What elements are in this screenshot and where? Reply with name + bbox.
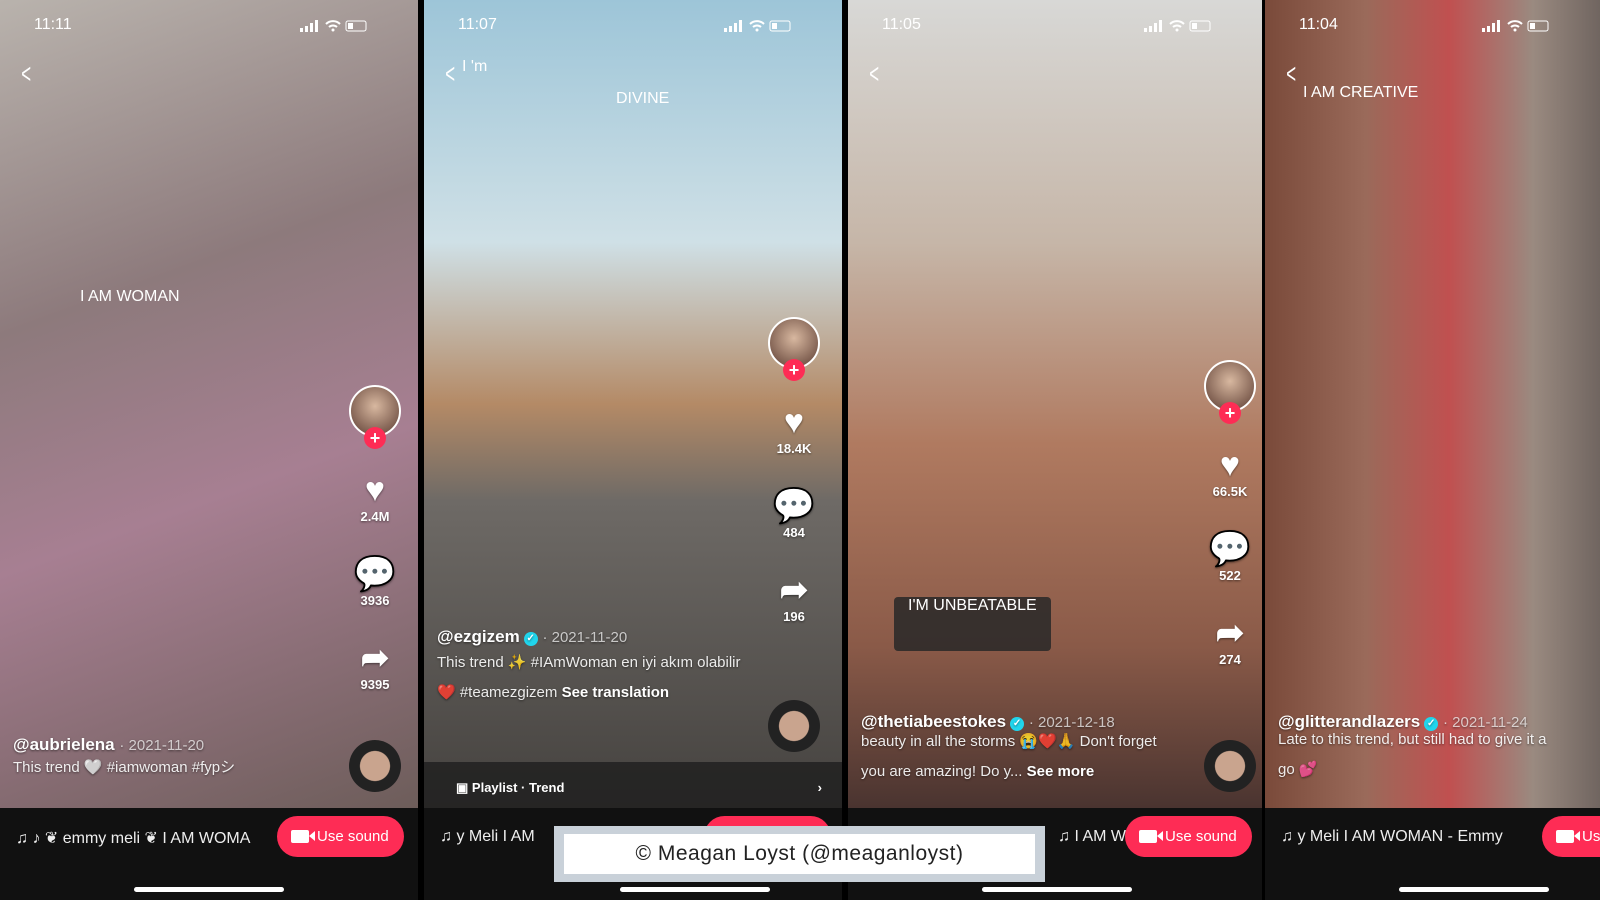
music-note-icon: ♫ bbox=[1058, 828, 1075, 845]
status-bar: 11:11 bbox=[0, 16, 418, 36]
caption: This trend ✨ #IAmWoman en iyi akım olabi… bbox=[437, 654, 741, 701]
video-text-overlay: I'M UNBEATABLE bbox=[894, 597, 1051, 651]
comment-icon: 💬 bbox=[772, 487, 816, 525]
sound-bar: ♫ y Meli I AM WOMAN - Emmy Use sound bbox=[1265, 808, 1600, 900]
share-icon: ➦ bbox=[779, 571, 809, 609]
playlist-bar[interactable]: ▣ Playlist · Trend › bbox=[424, 762, 842, 808]
use-sound-button[interactable]: Use sound bbox=[1125, 816, 1252, 857]
signal-wifi-battery-icon bbox=[300, 20, 367, 32]
tiktok-video-panel[interactable]: 11:05 < I'M UNBEATABLE + ♥ 66.5K 💬 522 ➦ 27… bbox=[848, 0, 1262, 900]
username[interactable]: @ezgizem ✓ · 2021-11-20 bbox=[437, 627, 627, 647]
comment-icon: 💬 bbox=[1208, 530, 1252, 568]
video-text-overlay-2: DIVINE bbox=[616, 90, 670, 107]
clock: 11:07 bbox=[458, 16, 497, 33]
video-camera-icon bbox=[1139, 830, 1163, 843]
post-date: · 2021-11-20 bbox=[542, 629, 628, 646]
music-note-icon: ♫ bbox=[440, 828, 457, 845]
clock: 11:04 bbox=[1299, 16, 1338, 33]
sound-name[interactable]: ♫ y Meli I AM bbox=[440, 828, 535, 846]
comment-button[interactable]: 💬 522 bbox=[1200, 530, 1260, 583]
sound-name[interactable]: ♫ y Meli I AM WOMAN - Emmy bbox=[1281, 828, 1503, 846]
like-button[interactable]: ♥ 66.5K bbox=[1200, 446, 1260, 499]
clock: 11:05 bbox=[882, 16, 921, 33]
share-button[interactable]: ➦ 196 bbox=[764, 571, 824, 624]
signal-wifi-battery-icon bbox=[1144, 20, 1211, 32]
video-camera-icon bbox=[1556, 830, 1580, 843]
heart-icon: ♥ bbox=[783, 403, 805, 441]
signal-wifi-battery-icon bbox=[1482, 20, 1549, 32]
tiktok-video-panel[interactable]: 11:04 < I AM CREATIVE @glitterandlazers ✓ … bbox=[1265, 0, 1600, 900]
home-indicator bbox=[1399, 887, 1549, 892]
caption: Late to this trend, but still had to giv… bbox=[1278, 731, 1547, 778]
music-note-icon: ♫ bbox=[1281, 828, 1298, 845]
back-chevron-icon[interactable]: < bbox=[21, 60, 31, 88]
like-button[interactable]: ♥ 2.4M bbox=[345, 471, 405, 524]
heart-icon: ♥ bbox=[1219, 446, 1241, 484]
share-button[interactable]: ➦ 9395 bbox=[345, 639, 405, 692]
status-bar: 11:04 bbox=[1265, 16, 1600, 36]
like-button[interactable]: ♥ 18.4K bbox=[764, 403, 824, 456]
heart-icon: ♥ bbox=[364, 471, 386, 509]
see-more-link[interactable]: See more bbox=[1027, 763, 1095, 780]
share-icon: ➦ bbox=[360, 639, 390, 677]
clock: 11:11 bbox=[34, 16, 72, 33]
back-chevron-icon[interactable]: < bbox=[1286, 60, 1296, 88]
music-disc[interactable] bbox=[349, 740, 401, 792]
post-date: · 2021-11-20 bbox=[119, 737, 205, 754]
caption: beauty in all the storms 😭❤️🙏 Don't forg… bbox=[861, 733, 1157, 780]
comment-button[interactable]: 💬 484 bbox=[764, 487, 824, 540]
video-text-overlay: I 'm bbox=[462, 58, 488, 75]
status-bar: 11:07 bbox=[424, 16, 842, 36]
share-icon: ➦ bbox=[1215, 614, 1245, 652]
video-text-overlay: I AM WOMAN bbox=[80, 288, 180, 305]
video-frame[interactable] bbox=[1265, 0, 1600, 808]
video-camera-icon bbox=[291, 830, 315, 843]
video-frame[interactable] bbox=[848, 0, 1262, 808]
video-text-overlay: I AM CREATIVE bbox=[1303, 84, 1419, 101]
home-indicator bbox=[982, 887, 1132, 892]
music-note-icon: ♫ bbox=[16, 830, 33, 847]
follow-plus-icon[interactable]: + bbox=[364, 427, 386, 449]
signal-wifi-battery-icon bbox=[724, 20, 791, 32]
tiktok-video-panel[interactable]: 11:11 < I AM WOMAN + ♥ 2.4M 💬 3936 ➦ 9395 @… bbox=[0, 0, 418, 900]
share-button[interactable]: ➦ 274 bbox=[1200, 614, 1260, 667]
username[interactable]: @aubrielena · 2021-11-20 bbox=[13, 735, 204, 755]
back-chevron-icon[interactable]: < bbox=[445, 60, 455, 88]
verified-badge-icon: ✓ bbox=[523, 632, 538, 646]
comment-button[interactable]: 💬 3936 bbox=[345, 555, 405, 608]
music-disc[interactable] bbox=[1204, 740, 1256, 792]
tiktok-video-panel[interactable]: 11:07 < I 'm DIVINE + ♥ 18.4K 💬 484 ➦ 196 @e… bbox=[424, 0, 842, 900]
use-sound-button[interactable]: Use sound bbox=[277, 816, 404, 857]
follow-plus-icon[interactable]: + bbox=[1219, 402, 1241, 424]
use-sound-button[interactable]: Use sound bbox=[1542, 816, 1600, 857]
comment-icon: 💬 bbox=[353, 555, 397, 593]
caption: This trend 🤍 #iamwoman #fypシ bbox=[13, 759, 236, 776]
music-disc[interactable] bbox=[768, 700, 820, 752]
back-chevron-icon[interactable]: < bbox=[869, 60, 879, 88]
home-indicator bbox=[620, 887, 770, 892]
home-indicator bbox=[134, 887, 284, 892]
sound-name[interactable]: ♫ ♪ ❦ emmy meli ❦ I AM WOMA bbox=[16, 828, 250, 848]
see-more-link[interactable]: See translation bbox=[562, 684, 670, 701]
follow-plus-icon[interactable]: + bbox=[783, 359, 805, 381]
copyright-watermark: © Meagan Loyst (@meaganloyst) bbox=[554, 826, 1045, 882]
chevron-right-icon: › bbox=[817, 780, 822, 795]
status-bar: 11:05 bbox=[848, 16, 1262, 36]
sound-name[interactable]: ♫ I AM W bbox=[1058, 828, 1126, 846]
sound-bar: ♫ ♪ ❦ emmy meli ❦ I AM WOMA Use sound bbox=[0, 808, 418, 900]
